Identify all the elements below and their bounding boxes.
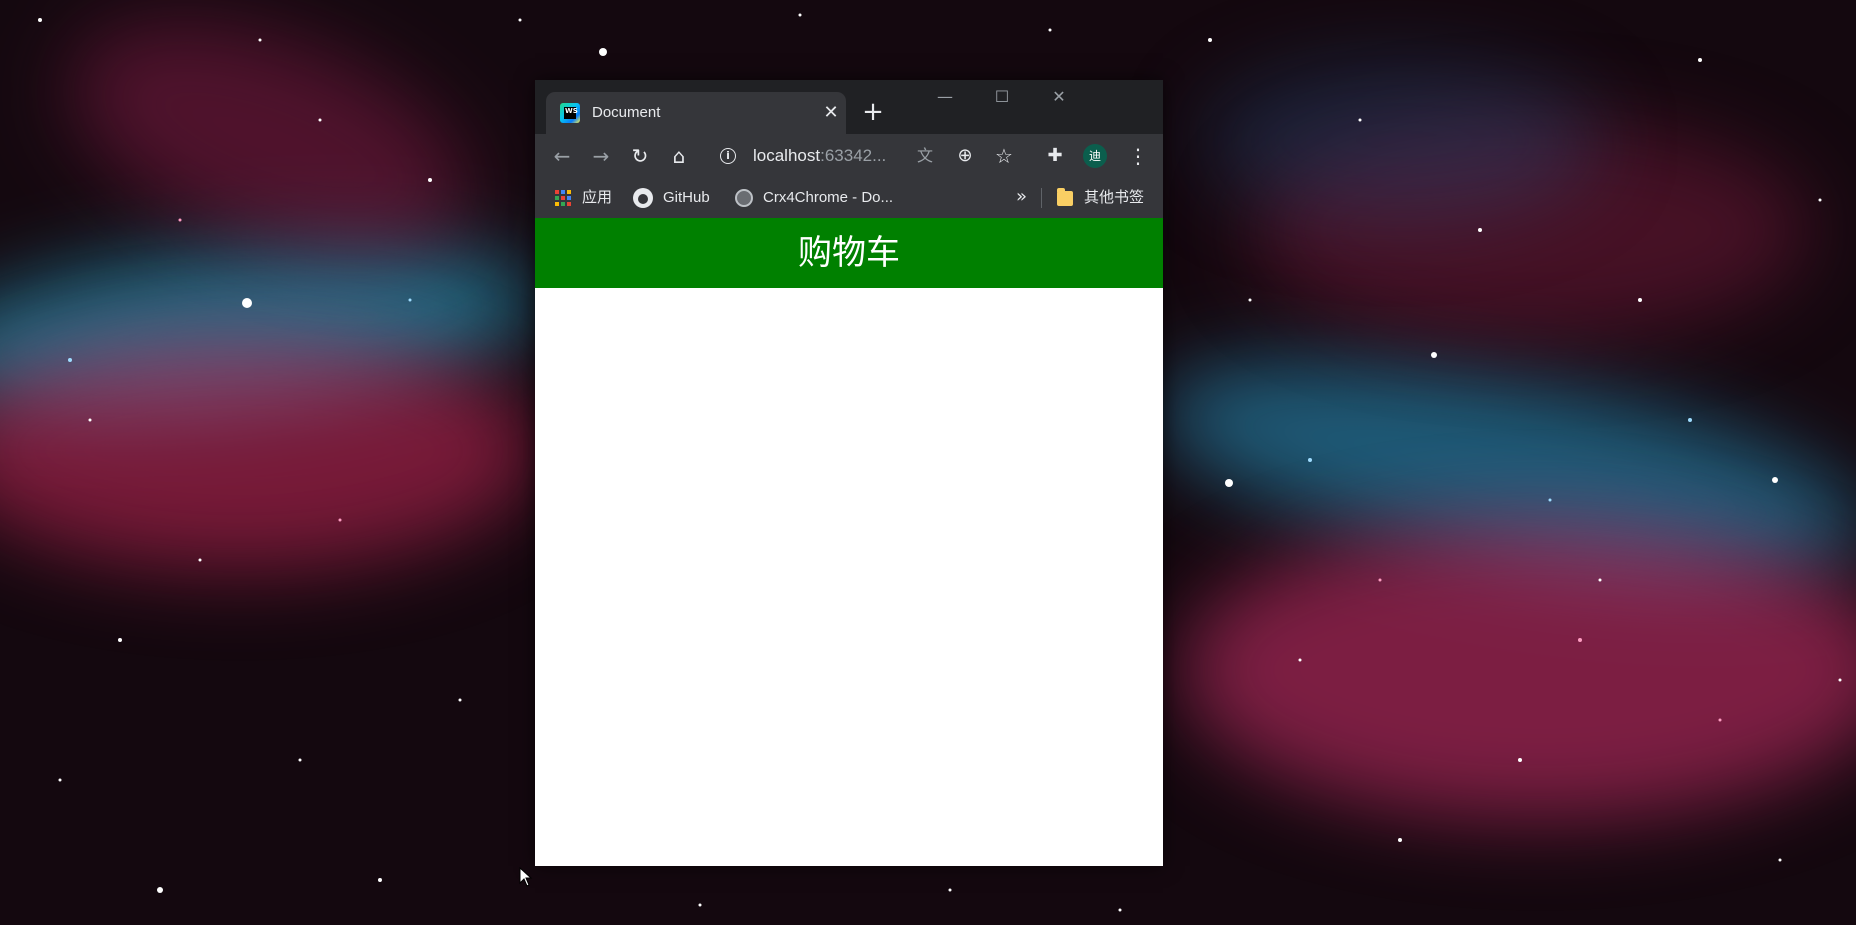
site-info-icon[interactable]: i	[720, 148, 736, 164]
other-bookmarks[interactable]: 其他书签	[1084, 188, 1144, 208]
page-title: 购物车	[535, 218, 1163, 288]
bookmarks-bar: 应用 GitHub Crx4Chrome - Do... » 其他书签	[535, 178, 1163, 218]
home-button[interactable]: ⌂	[665, 142, 693, 170]
page-content: 购物车	[535, 218, 1163, 866]
bookmark-crx4chrome[interactable]: Crx4Chrome - Do...	[763, 188, 893, 208]
bookmark-star-icon[interactable]: ☆	[990, 142, 1018, 170]
tab-title: Document	[592, 104, 661, 121]
browser-window: WS Document ✕ + — ☐ ✕ ← → ↻ ⌂ i localhos…	[535, 80, 1163, 866]
url-port: :63342...	[820, 146, 887, 165]
address-bar[interactable]: localhost:63342...	[753, 146, 886, 166]
menu-icon[interactable]: ⋮	[1124, 142, 1152, 170]
bookmarks-divider	[1041, 188, 1042, 208]
browser-toolbar: ← → ↻ ⌂ i localhost:63342... 文 ⊕ ☆ ✚ 迪 ⋮	[535, 134, 1163, 178]
zoom-icon[interactable]: ⊕	[951, 142, 979, 170]
window-close-button[interactable]: ✕	[1031, 80, 1087, 116]
mouse-cursor-icon	[519, 867, 533, 887]
forward-button[interactable]: →	[587, 142, 615, 170]
maximize-button[interactable]: ☐	[974, 80, 1030, 116]
apps-grid-icon[interactable]	[555, 190, 571, 206]
bookmarks-overflow-button[interactable]: »	[1016, 186, 1027, 208]
reload-button[interactable]: ↻	[626, 142, 654, 170]
close-icon[interactable]: ✕	[820, 101, 842, 123]
tab-document[interactable]: WS Document ✕	[546, 92, 846, 134]
github-icon	[633, 188, 653, 208]
url-host: localhost	[753, 146, 821, 165]
new-tab-button[interactable]: +	[860, 99, 886, 126]
browser-titlebar: WS Document ✕ + — ☐ ✕	[535, 80, 1163, 134]
translate-icon[interactable]: 文	[911, 142, 939, 170]
bookmark-github[interactable]: GitHub	[663, 188, 710, 208]
back-button[interactable]: ←	[548, 142, 576, 170]
folder-icon	[1057, 188, 1073, 206]
profile-avatar[interactable]: 迪	[1083, 144, 1107, 168]
webstorm-icon: WS	[560, 103, 580, 123]
extensions-icon[interactable]: ✚	[1041, 142, 1069, 170]
globe-icon	[735, 189, 753, 207]
minimize-button[interactable]: —	[917, 80, 973, 116]
bookmark-apps[interactable]: 应用	[582, 188, 612, 208]
